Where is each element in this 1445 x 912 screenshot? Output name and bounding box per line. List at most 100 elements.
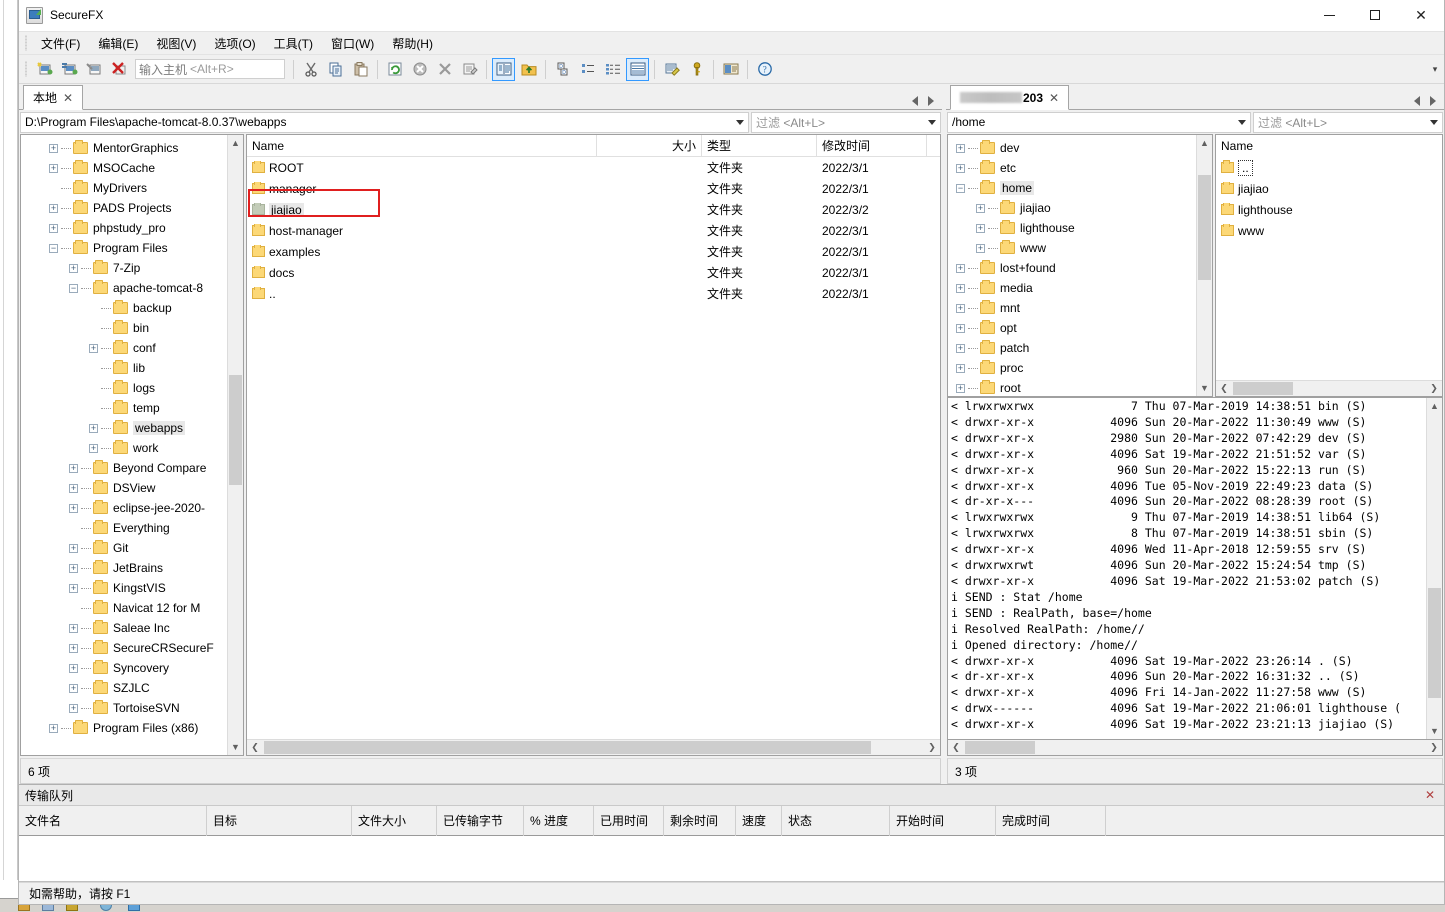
file-name-cell[interactable]: docs [247,265,597,280]
expand-icon[interactable]: + [956,363,965,373]
delete-icon[interactable] [433,58,456,81]
local-tree-node[interactable]: + MentorGraphics [21,138,227,158]
expand-icon[interactable]: + [69,583,78,593]
remote-tree-node[interactable]: + mnt [948,298,1196,318]
remote-tree-node[interactable]: + root [948,378,1196,396]
local-tree-node[interactable]: + phpstudy_pro [21,218,227,238]
local-tree-node[interactable]: + KingstVIS [21,578,227,598]
remote-tree-node[interactable]: − home [948,178,1196,198]
local-column-header[interactable]: 大小 [597,135,702,157]
local-tree-node[interactable]: temp [21,398,227,418]
scroll-down-icon[interactable]: ▼ [228,739,243,755]
scroll-up-icon[interactable]: ▲ [228,135,243,151]
queue-column-header[interactable]: 文件名 [19,805,207,836]
queue-column-header[interactable]: 已传输字节 [437,805,524,836]
expand-icon[interactable]: + [956,263,965,273]
expand-icon[interactable]: + [976,243,985,253]
table-row[interactable]: docs 文件夹 2022/3/1 [247,262,940,283]
local-tree-node[interactable]: + TortoiseSVN [21,698,227,718]
local-tree-node[interactable]: lib [21,358,227,378]
local-tree-node[interactable]: Everything [21,518,227,538]
local-tree-node[interactable]: + Beyond Compare [21,458,227,478]
remote-tree-node[interactable]: + proc [948,358,1196,378]
scroll-thumb[interactable] [1233,382,1293,395]
table-row[interactable]: jiajiao 文件夹 2022/3/2 [247,199,940,220]
connect-sftp-icon[interactable] [83,58,106,81]
menu-tools[interactable]: 工具(T) [265,32,322,55]
remote-tree-node[interactable]: + opt [948,318,1196,338]
expand-icon[interactable]: + [49,163,58,173]
rename-icon[interactable] [458,58,481,81]
local-tree[interactable]: + MentorGraphics + MSOCache MyDrivers + PADS P… [21,135,227,755]
local-tree-node[interactable]: + PADS Projects [21,198,227,218]
queue-column-header[interactable]: 已用时间 [594,805,664,836]
expand-icon[interactable]: + [69,623,78,633]
local-column-header[interactable]: Name [247,135,597,157]
tab-next-icon[interactable] [928,96,934,106]
local-column-header[interactable]: 类型 [702,135,817,157]
expand-icon[interactable]: + [69,663,78,673]
remote-tree-node[interactable]: + www [948,238,1196,258]
expand-icon[interactable]: + [89,343,98,353]
expand-icon[interactable]: + [49,723,58,733]
transfer-queue-body[interactable] [19,836,1444,882]
remote-tree-vscrollbar[interactable]: ▲ ▼ [1196,135,1212,396]
local-tree-node[interactable]: + webapps [21,418,227,438]
file-transfer-icon[interactable] [719,58,742,81]
minimize-button[interactable] [1306,0,1352,31]
scroll-up-icon[interactable]: ▲ [1197,135,1212,151]
scroll-down-icon[interactable]: ▼ [1427,723,1442,739]
local-list-rows[interactable]: ROOT 文件夹 2022/3/1 manager 文件夹 2022/3/1 jiajiao… [247,157,940,739]
scroll-thumb[interactable] [264,741,871,754]
queue-column-header[interactable]: % 进度 [524,805,594,836]
local-tree-node[interactable]: − apache-tomcat-8 [21,278,227,298]
transfer-mode-icon[interactable]: DD [551,58,574,81]
scroll-up-icon[interactable]: ▲ [1427,398,1442,414]
scroll-left-icon[interactable]: ❮ [1216,383,1232,394]
expand-icon[interactable]: + [956,283,965,293]
file-name-cell[interactable]: host-manager [247,223,597,238]
expand-icon[interactable]: + [69,483,78,493]
expand-icon[interactable]: + [956,303,965,313]
expand-icon[interactable]: + [69,503,78,513]
expand-icon[interactable]: + [976,203,985,213]
tab-local[interactable]: 本地 ✕ [23,85,84,110]
tab-local-close-icon[interactable]: ✕ [63,91,73,105]
toolbar-grip[interactable] [23,60,30,78]
expand-icon[interactable]: + [69,463,78,473]
local-tree-node[interactable]: + DSView [21,478,227,498]
collapse-icon[interactable]: − [69,283,78,293]
menu-file[interactable]: 文件(F) [32,32,89,55]
remote-path-chevron-down-icon[interactable] [1233,113,1250,132]
menu-help[interactable]: 帮助(H) [383,32,442,55]
local-path-combo[interactable]: D:\Program Files\apache-tomcat-8.0.37\we… [20,111,749,133]
local-tree-node[interactable]: backup [21,298,227,318]
paste-icon[interactable] [349,58,372,81]
table-row[interactable]: ROOT 文件夹 2022/3/1 [247,157,940,178]
disconnect-icon[interactable] [108,58,131,81]
scroll-right-icon[interactable]: ❯ [1426,742,1442,753]
local-tree-node[interactable]: + Git [21,538,227,558]
remote-tree-node[interactable]: + media [948,278,1196,298]
file-name-cell[interactable]: ROOT [247,160,597,175]
file-name-cell[interactable]: examples [247,244,597,259]
menu-options[interactable]: 选项(O) [205,32,264,55]
local-tree-node[interactable]: + JetBrains [21,558,227,578]
file-name-cell[interactable]: jiajiao [247,202,597,217]
table-row[interactable]: lighthouse [1216,199,1442,220]
edit-session-icon[interactable] [660,58,683,81]
remote-tree-node[interactable]: + lost+found [948,258,1196,278]
local-column-header[interactable]: 修改时间 [817,135,927,157]
tab-remote-close-icon[interactable]: ✕ [1049,91,1059,105]
collapse-icon[interactable]: − [49,243,58,253]
queue-column-header[interactable]: 状态 [782,805,890,836]
local-tree-node[interactable]: Navicat 12 for M [21,598,227,618]
upload-folder-icon[interactable] [517,58,540,81]
file-name-cell[interactable]: lighthouse [1216,202,1416,217]
refresh-icon[interactable] [383,58,406,81]
file-name-cell[interactable]: www [1216,223,1416,238]
table-row[interactable]: .. 文件夹 2022/3/1 [247,283,940,304]
scroll-left-icon[interactable]: ❮ [948,742,964,753]
view-grid-icon[interactable] [626,57,649,81]
menu-view[interactable]: 视图(V) [147,32,205,55]
